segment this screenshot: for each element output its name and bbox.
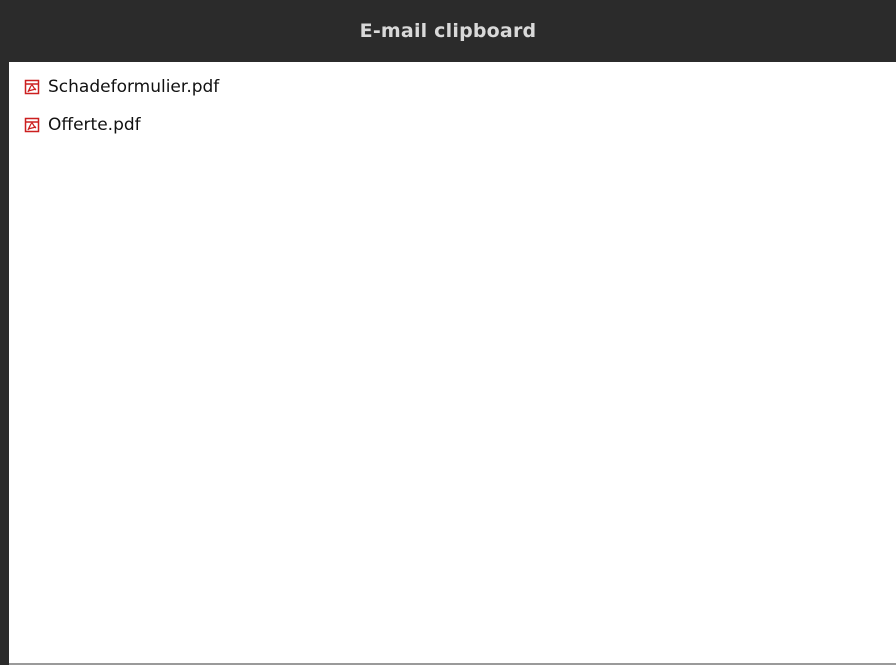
clipboard-content-area: Schadeformulier.pdf Offerte.pdf bbox=[9, 62, 896, 665]
pdf-icon bbox=[24, 79, 40, 95]
pdf-icon bbox=[24, 117, 40, 133]
panel-title: E-mail clipboard bbox=[0, 0, 896, 62]
file-name: Offerte.pdf bbox=[48, 115, 141, 135]
email-clipboard-panel: E-mail clipboard Schadeformulier.pdf Off… bbox=[0, 0, 896, 665]
file-name: Schadeformulier.pdf bbox=[48, 77, 220, 97]
list-item[interactable]: Schadeformulier.pdf bbox=[24, 74, 219, 100]
list-item[interactable]: Offerte.pdf bbox=[24, 112, 219, 138]
file-list: Schadeformulier.pdf Offerte.pdf bbox=[24, 74, 219, 150]
